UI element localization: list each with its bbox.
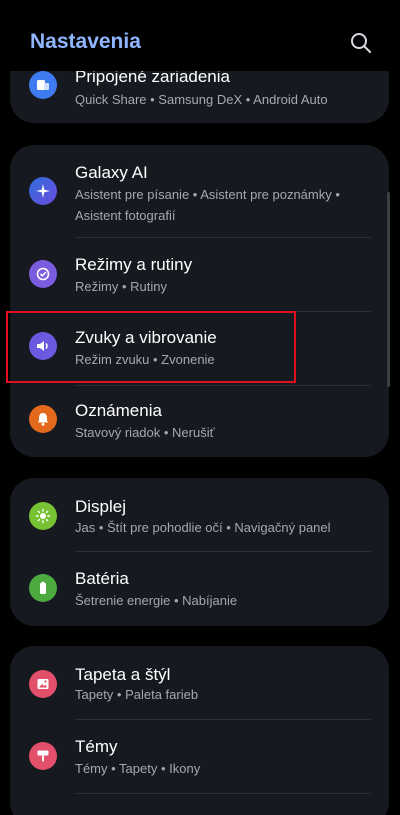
settings-item-galaxy-ai[interactable]: Galaxy AI Asistent pre písanie • Asisten…: [10, 145, 389, 237]
galaxy-ai-icon: [29, 177, 57, 205]
display-sun-icon: [29, 502, 57, 530]
settings-item-label: Galaxy AI: [75, 163, 148, 182]
settings-item-modes-routines[interactable]: Režimy a rutiny Režimy • Rutiny: [10, 238, 389, 311]
settings-item-subtitle: Asistent pre písanie • Asistent pre pozn…: [75, 187, 340, 223]
settings-group-main: Galaxy AI Asistent pre písanie • Asisten…: [10, 145, 389, 457]
settings-item-notifications[interactable]: Oznámenia Stavový riadok • Nerušiť: [10, 386, 389, 457]
divider: [75, 793, 371, 794]
settings-item-themes[interactable]: Témy Témy • Tapety • Ikony: [10, 720, 389, 793]
settings-group-display-battery: Displej Jas • Štít pre pohodlie očí • Na…: [10, 478, 389, 626]
settings-group-personalization: Tapeta a štýl Tapety • Paleta farieb Tém…: [10, 646, 389, 815]
settings-item-label: Oznámenia: [75, 401, 162, 420]
settings-item-display[interactable]: Displej Jas • Štít pre pohodlie očí • Na…: [10, 478, 389, 551]
connected-devices-icon: [29, 71, 57, 99]
search-button[interactable]: [348, 30, 374, 56]
settings-item-subtitle: Režim zvuku • Zvonenie: [75, 352, 215, 367]
modes-routines-icon: [29, 260, 57, 288]
notifications-bell-icon: [29, 405, 57, 433]
settings-item-subtitle: Jas • Štít pre pohodlie očí • Navigačný …: [75, 520, 331, 535]
app-header-overlay: Nastavenia: [0, 0, 400, 70]
settings-item-subtitle: Šetrenie energie • Nabíjanie: [75, 593, 238, 608]
sound-icon: [29, 332, 57, 360]
settings-item-subtitle: Stavový riadok • Nerušiť: [75, 425, 215, 440]
settings-item-subtitle: Quick Share • Samsung DeX • Android Auto: [75, 92, 328, 107]
themes-brush-icon: [29, 742, 57, 770]
settings-item-label: Témy: [75, 737, 118, 756]
settings-item-label: Zvuky a vibrovanie: [75, 328, 217, 347]
settings-item-label: Režimy a rutiny: [75, 255, 193, 274]
settings-item-subtitle: Režimy • Rutiny: [75, 279, 167, 294]
search-icon: [351, 33, 371, 53]
settings-item-label: Batéria: [75, 569, 129, 588]
settings-item-label: Tapeta a štýl: [75, 665, 171, 684]
settings-item-label: Displej: [75, 497, 127, 516]
settings-item-battery[interactable]: Batéria Šetrenie energie • Nabíjanie: [10, 552, 389, 626]
settings-item-sounds-vibration[interactable]: Zvuky a vibrovanie Režim zvuku • Zvoneni…: [10, 312, 389, 385]
scrollbar[interactable]: [387, 192, 390, 387]
settings-item-subtitle: Tapety • Paleta farieb: [75, 687, 199, 702]
wallpaper-icon: [29, 670, 57, 698]
settings-item-wallpaper-style[interactable]: Tapeta a štýl Tapety • Paleta farieb: [10, 646, 389, 719]
settings-item-subtitle: Témy • Tapety • Ikony: [75, 761, 201, 776]
battery-icon: [29, 574, 57, 602]
page-title: Nastavenia: [30, 30, 141, 53]
